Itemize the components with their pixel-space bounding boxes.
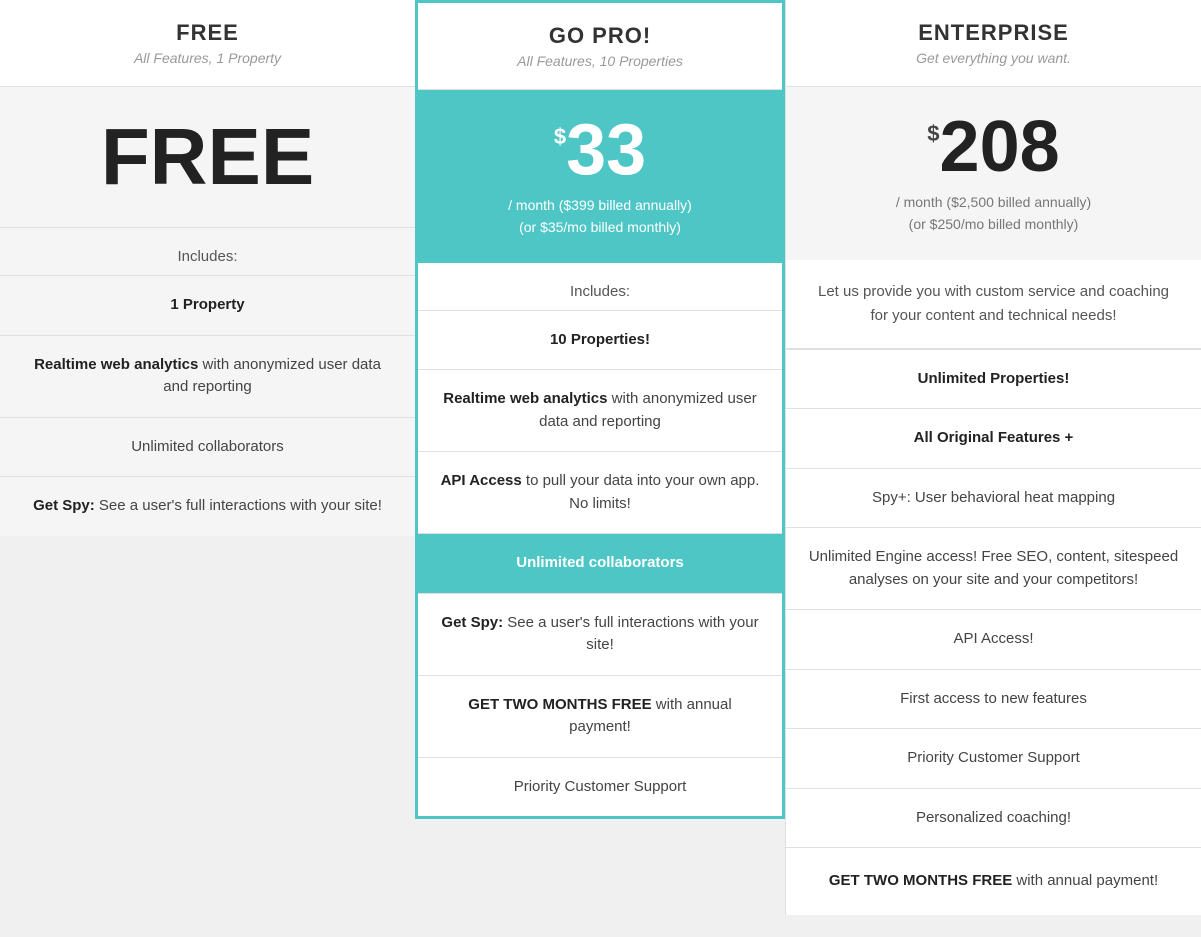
enterprise-feature-priority-support-text: Priority Customer Support	[907, 749, 1080, 766]
pro-plan-name: GO PRO!	[428, 23, 772, 49]
enterprise-feature-spy-plus-text: Spy+: User behavioral heat mapping	[872, 489, 1115, 506]
enterprise-feature-priority-support: Priority Customer Support	[786, 728, 1201, 788]
pro-price-period: / month ($399 billed annually) (or $35/m…	[438, 194, 762, 239]
enterprise-price-period: / month ($2,500 billed annually) (or $25…	[806, 191, 1181, 236]
pro-feature-priority-support-text: Priority Customer Support	[514, 778, 687, 795]
free-plan-name: FREE	[10, 20, 405, 46]
enterprise-custom-desc: Let us provide you with custom service a…	[786, 260, 1201, 349]
pro-feature-api: API Access to pull your data into your o…	[418, 451, 782, 533]
pro-feature-10properties-text: 10 Properties!	[550, 331, 650, 348]
enterprise-price-period-line1: / month ($2,500 billed annually)	[806, 191, 1181, 213]
pro-feature-collaborators: Unlimited collaborators	[418, 533, 782, 593]
enterprise-feature-first-access: First access to new features	[786, 669, 1201, 729]
enterprise-price-currency: $	[927, 121, 939, 147]
enterprise-feature-api: API Access!	[786, 609, 1201, 669]
pro-feature-realtime-bold: Realtime web analytics	[443, 390, 607, 407]
pro-plan-header: GO PRO! All Features, 10 Properties	[418, 3, 782, 90]
enterprise-price-box: $ 208 / month ($2,500 billed annually) (…	[786, 87, 1201, 260]
free-feature-collaborators-text: Unlimited collaborators	[131, 438, 284, 455]
enterprise-feature-spy-plus: Spy+: User behavioral heat mapping	[786, 468, 1201, 528]
pro-feature-spy-rest: See a user's full interactions with your…	[503, 614, 758, 654]
enterprise-plan-name: ENTERPRISE	[796, 20, 1191, 46]
enterprise-feature-first-access-text: First access to new features	[900, 690, 1087, 707]
enterprise-cta-rest: with annual payment!	[1012, 872, 1158, 889]
enterprise-plan-column: ENTERPRISE Get everything you want. $ 20…	[785, 0, 1201, 915]
pro-plan-column: GO PRO! All Features, 10 Properties $ 33…	[415, 0, 785, 819]
enterprise-feature-personalized-coaching-text: Personalized coaching!	[916, 809, 1071, 826]
enterprise-feature-engine: Unlimited Engine access! Free SEO, conte…	[786, 527, 1201, 609]
free-includes-label: Includes:	[0, 228, 415, 275]
enterprise-feature-api-text: API Access!	[953, 630, 1033, 647]
pro-feature-realtime: Realtime web analytics with anonymized u…	[418, 369, 782, 451]
pro-plan-subtitle: All Features, 10 Properties	[428, 53, 772, 69]
pro-feature-10properties: 10 Properties!	[418, 310, 782, 370]
free-feature-spy-bold: Get Spy:	[33, 497, 95, 514]
enterprise-feature-personalized-coaching: Personalized coaching!	[786, 788, 1201, 848]
enterprise-feature-unlimited-props-text: Unlimited Properties!	[918, 370, 1070, 387]
free-features-list: Includes: 1 Property Realtime web analyt…	[0, 227, 415, 536]
pro-price-period-line2: (or $35/mo billed monthly)	[438, 216, 762, 238]
pro-price-period-line1: / month ($399 billed annually)	[438, 194, 762, 216]
enterprise-feature-all-original: All Original Features +	[786, 408, 1201, 468]
free-price-box: FREE	[0, 87, 415, 227]
pro-feature-twomonths-bold: GET TWO MONTHS FREE	[468, 696, 651, 713]
free-plan-header: FREE All Features, 1 Property	[0, 0, 415, 87]
pro-feature-api-rest: to pull your data into your own app. No …	[522, 472, 760, 512]
free-plan-subtitle: All Features, 1 Property	[10, 50, 405, 66]
enterprise-feature-cta: GET TWO MONTHS FREE with annual payment!	[786, 847, 1201, 915]
pro-feature-priority-support: Priority Customer Support	[418, 757, 782, 817]
enterprise-feature-unlimited-props: Unlimited Properties!	[786, 349, 1201, 409]
pro-feature-collaborators-text: Unlimited collaborators	[516, 554, 684, 571]
enterprise-price-period-line2: (or $250/mo billed monthly)	[806, 213, 1181, 235]
free-feature-1property-text: 1 Property	[170, 296, 244, 313]
free-feature-spy: Get Spy: See a user's full interactions …	[0, 476, 415, 536]
enterprise-cta-bold: GET TWO MONTHS FREE	[829, 872, 1012, 889]
enterprise-features-list: Let us provide you with custom service a…	[786, 260, 1201, 915]
free-feature-realtime-bold: Realtime web analytics	[34, 356, 198, 373]
pro-price-currency: $	[554, 124, 566, 150]
free-price-big: FREE	[20, 117, 395, 197]
enterprise-plan-header: ENTERPRISE Get everything you want.	[786, 0, 1201, 87]
pro-price-big: 33	[566, 114, 646, 186]
enterprise-price-big: 208	[940, 111, 1060, 183]
pro-feature-spy-bold: Get Spy:	[441, 614, 503, 631]
pricing-container: FREE All Features, 1 Property FREE Inclu…	[0, 0, 1201, 937]
pro-includes-label: Includes:	[418, 263, 782, 310]
pro-features-list: Includes: 10 Properties! Realtime web an…	[418, 263, 782, 817]
pro-feature-api-bold: API Access	[441, 472, 522, 489]
pro-feature-twomonths: GET TWO MONTHS FREE with annual payment!	[418, 675, 782, 757]
free-feature-realtime: Realtime web analytics with anonymized u…	[0, 335, 415, 417]
enterprise-feature-all-original-text: All Original Features +	[914, 429, 1074, 446]
enterprise-price-row: $ 208	[806, 111, 1181, 183]
pro-price-box: $ 33 / month ($399 billed annually) (or …	[418, 90, 782, 263]
free-feature-spy-rest: See a user's full interactions with your…	[95, 497, 382, 514]
free-feature-collaborators: Unlimited collaborators	[0, 417, 415, 477]
enterprise-plan-subtitle: Get everything you want.	[796, 50, 1191, 66]
free-plan-column: FREE All Features, 1 Property FREE Inclu…	[0, 0, 415, 536]
free-feature-1property: 1 Property	[0, 275, 415, 335]
enterprise-feature-engine-text: Unlimited Engine access! Free SEO, conte…	[809, 548, 1178, 588]
pro-feature-spy: Get Spy: See a user's full interactions …	[418, 593, 782, 675]
pro-price-row: $ 33	[438, 114, 762, 186]
